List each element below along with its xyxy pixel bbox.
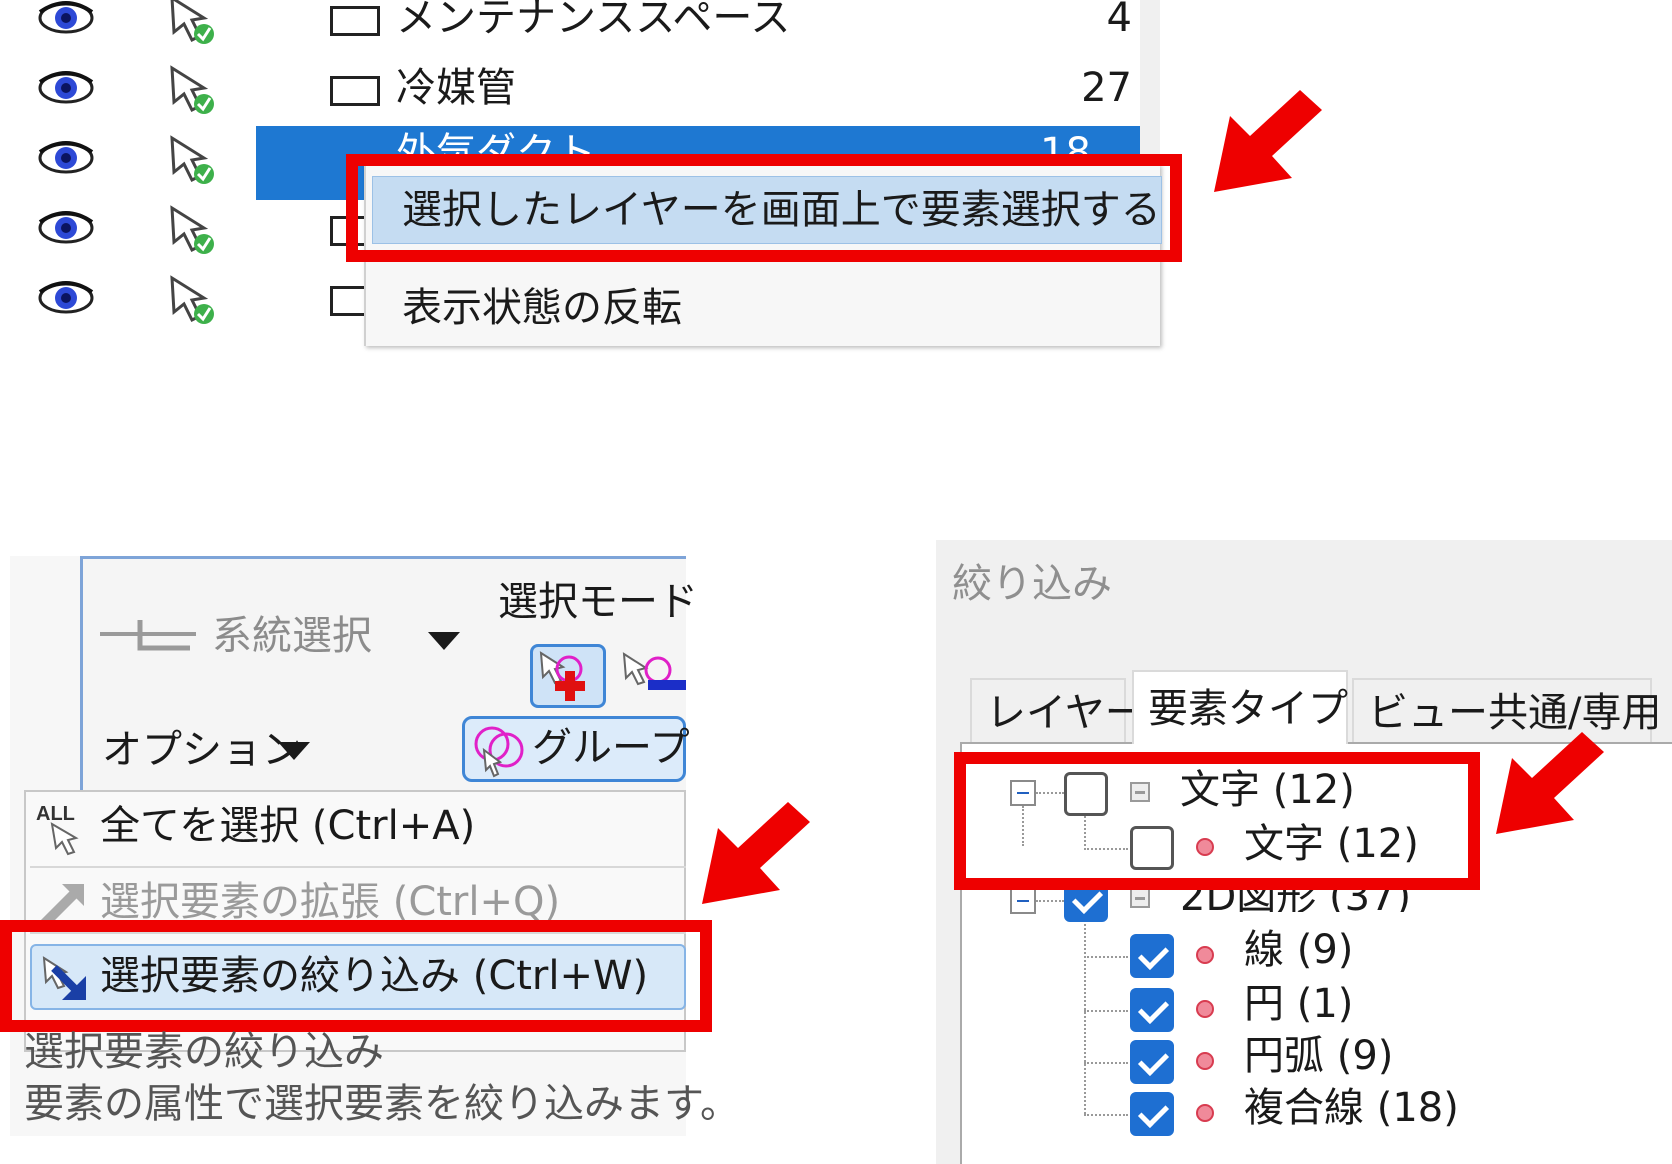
system-select-label[interactable]: 系統選択 xyxy=(212,608,372,664)
selected-layer-count: 18 xyxy=(1040,130,1091,156)
element-type-icon xyxy=(1196,946,1214,964)
options-label[interactable]: オプション xyxy=(102,722,302,778)
menu-item-select-all[interactable]: 全てを選択 (Ctrl+A) xyxy=(100,798,475,854)
layer-name: 冷媒管 xyxy=(396,65,516,111)
layer-row[interactable]: メンテナンススペース 4 xyxy=(0,0,1140,56)
tree-label-circle: 円 (1) xyxy=(1244,981,1354,1027)
eye-icon[interactable] xyxy=(38,0,94,38)
highlight-box xyxy=(954,752,1480,890)
tooltip-description: 要素の属性で選択要素を絞り込みます。 xyxy=(24,1081,740,1127)
checkbox-line[interactable] xyxy=(1130,934,1174,978)
red-arrow-icon xyxy=(702,802,810,904)
tree-collapse-icon[interactable] xyxy=(1010,888,1036,914)
tab-element-type[interactable]: 要素タイプ xyxy=(1132,670,1348,744)
eye-icon[interactable] xyxy=(38,278,94,318)
tab-layer[interactable]: レイヤー xyxy=(970,678,1145,744)
checkbox-polyline[interactable] xyxy=(1130,1092,1174,1136)
layer-color-box xyxy=(330,6,380,36)
checkbox-circle[interactable] xyxy=(1130,988,1174,1032)
svg-text:ALL: ALL xyxy=(36,803,75,825)
layer-name: メンテナンススペース xyxy=(396,0,791,41)
highlight-box xyxy=(0,920,712,1032)
tree-label-arc: 円弧 (9) xyxy=(1244,1033,1394,1079)
element-type-icon xyxy=(1130,888,1150,908)
visibility-arrow-icon[interactable] xyxy=(164,0,220,48)
visibility-arrow-icon[interactable] xyxy=(164,62,220,118)
add-mode-button[interactable] xyxy=(530,644,606,708)
eye-icon[interactable] xyxy=(38,68,94,108)
element-type-icon xyxy=(1196,1000,1214,1018)
tree-label-line: 線 (9) xyxy=(1244,927,1354,973)
filter-panel-title: 絞り込み xyxy=(952,561,1112,607)
eye-icon[interactable] xyxy=(38,208,94,248)
visibility-arrow-icon[interactable] xyxy=(164,202,220,258)
group-label: グループ xyxy=(532,725,690,771)
menu-item-invert-visibility[interactable]: 表示状態の反転 xyxy=(402,280,682,336)
select-all-icon: ALL xyxy=(36,803,79,856)
layer-count: 27 xyxy=(1081,65,1132,111)
chevron-down-icon[interactable] xyxy=(428,632,460,650)
layer-count: 4 xyxy=(1106,0,1132,41)
element-type-icon xyxy=(1196,1052,1214,1070)
red-arrow-icon xyxy=(1214,90,1322,192)
select-mode-label: 選択モード xyxy=(498,579,698,625)
selected-layer-name: 外気ダクト xyxy=(396,130,596,156)
tree-label-polyline: 複合線 (18) xyxy=(1244,1085,1459,1131)
layer-row[interactable]: 冷媒管 27 xyxy=(0,56,1140,126)
group-icon xyxy=(474,726,524,778)
system-select-icon xyxy=(100,620,196,651)
visibility-arrow-icon[interactable] xyxy=(164,132,220,188)
visibility-arrow-icon[interactable] xyxy=(164,272,220,328)
add-mode-icon xyxy=(539,651,585,701)
layer-color-box xyxy=(330,76,380,106)
eye-icon[interactable] xyxy=(38,138,94,178)
checkbox-arc[interactable] xyxy=(1130,1040,1174,1084)
remove-mode-icon[interactable] xyxy=(618,644,686,708)
menu-divider xyxy=(30,866,686,868)
element-type-icon xyxy=(1196,1104,1214,1122)
red-arrow-icon xyxy=(1496,732,1604,834)
highlight-box xyxy=(346,154,1182,262)
tooltip-title: 選択要素の絞り込み xyxy=(24,1029,384,1075)
chevron-down-icon[interactable] xyxy=(278,742,310,760)
